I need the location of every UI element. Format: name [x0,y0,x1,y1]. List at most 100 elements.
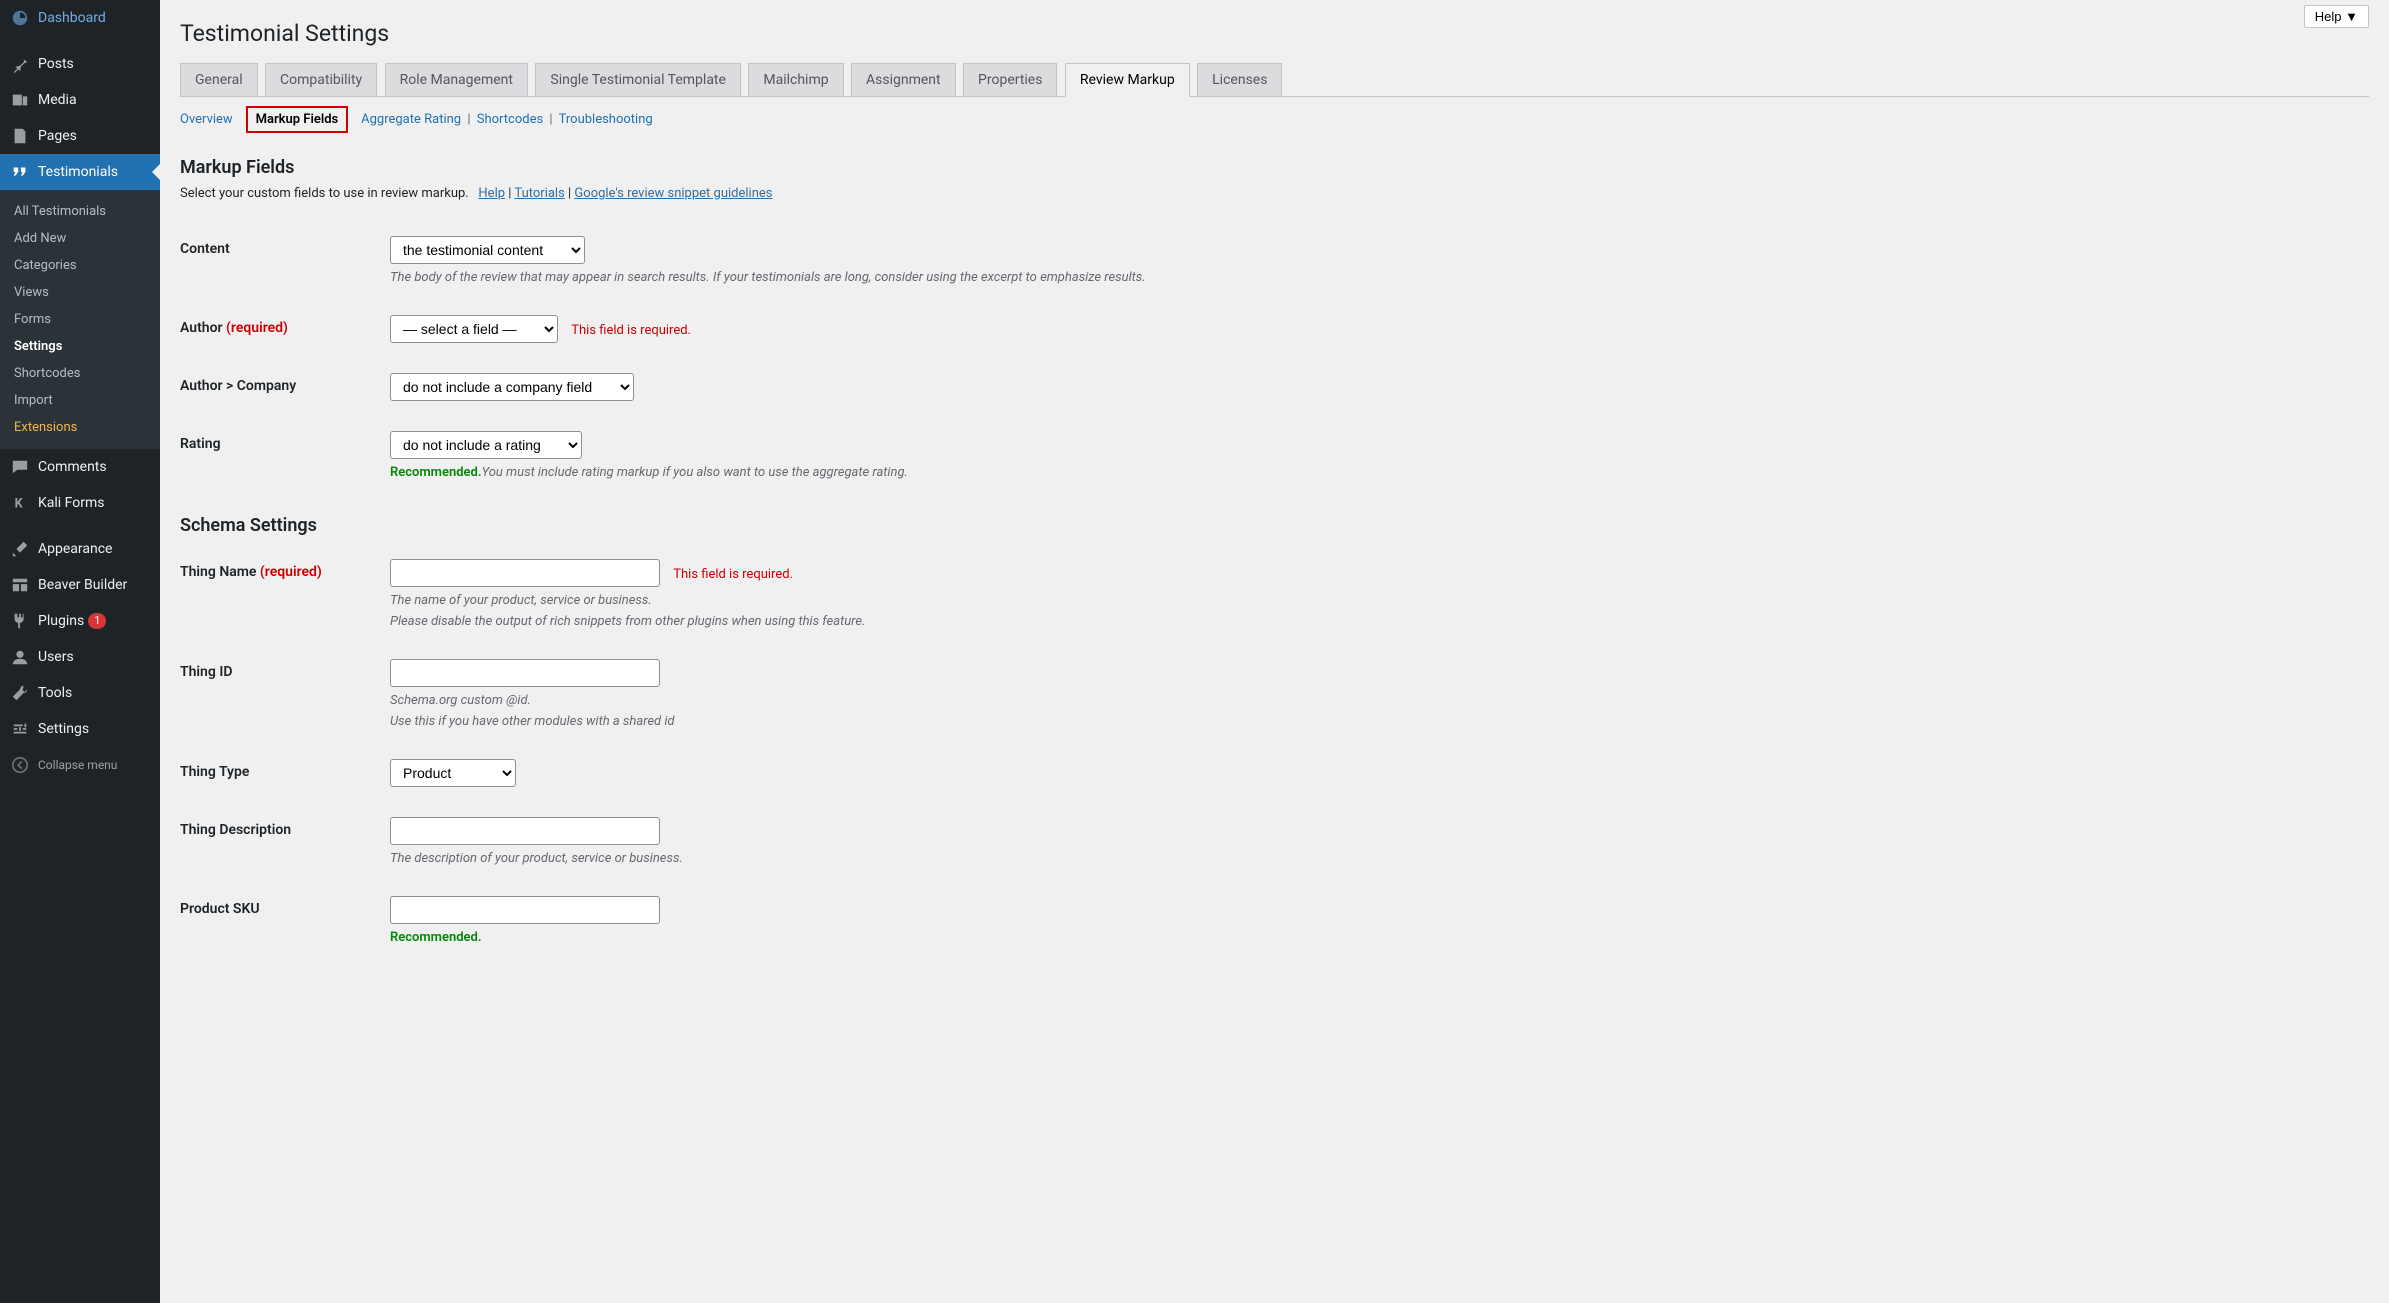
thing-description-input[interactable] [390,817,660,845]
subtab-aggregate-rating[interactable]: Aggregate Rating [361,112,461,127]
sidebar-label: Posts [38,56,74,72]
submenu-import[interactable]: Import [0,387,160,414]
tab-role-management[interactable]: Role Management [385,63,528,96]
sidebar-label: Beaver Builder [38,577,127,593]
submenu-extensions[interactable]: Extensions [0,414,160,441]
sidebar-label: Comments [38,459,107,475]
sidebar-label: Settings [38,721,89,737]
tab-compatibility[interactable]: Compatibility [265,63,377,96]
help-link[interactable]: Help [478,186,505,201]
settings-icon [10,719,30,739]
content-select[interactable]: the testimonial content [390,236,585,264]
quote-icon [10,162,30,182]
k-icon: K [10,493,30,513]
help-button[interactable]: Help ▼ [2304,5,2369,28]
submenu-testimonials: All Testimonials Add New Categories View… [0,190,160,449]
author-select[interactable]: — select a field — [390,315,558,343]
sidebar-item-kali-forms[interactable]: K Kali Forms [0,485,160,521]
author-company-select[interactable]: do not include a company field [390,373,634,401]
submenu-categories[interactable]: Categories [0,252,160,279]
brush-icon [10,539,30,559]
sidebar-item-appearance[interactable]: Appearance [0,531,160,567]
sidebar-label: Appearance [38,541,112,557]
sidebar-item-tools[interactable]: Tools [0,675,160,711]
sidebar-item-settings[interactable]: Settings [0,711,160,747]
sidebar-item-collapse[interactable]: Collapse menu [0,747,160,783]
sidebar-label: Dashboard [38,10,106,26]
submenu-add-new[interactable]: Add New [0,225,160,252]
thing-id-label: Thing ID [180,644,380,744]
submenu-settings[interactable]: Settings [0,333,160,360]
tab-single-testimonial-template[interactable]: Single Testimonial Template [535,63,741,96]
sidebar-item-posts[interactable]: Posts [0,46,160,82]
submenu-all-testimonials[interactable]: All Testimonials [0,198,160,225]
sidebar-label: Collapse menu [38,758,117,772]
layout-icon [10,575,30,595]
tab-general[interactable]: General [180,63,258,96]
svg-text:K: K [15,497,24,512]
page-title: Testimonial Settings [180,0,2369,62]
sidebar-item-testimonials[interactable]: Testimonials [0,154,160,190]
thing-name-desc2: Please disable the output of rich snippe… [390,614,2359,629]
subtab-overview[interactable]: Overview [180,112,233,127]
schema-settings-table: Thing Name (required) This field is requ… [180,544,2369,960]
thing-name-input[interactable] [390,559,660,587]
sidebar-label: Testimonials [38,164,118,180]
tab-properties[interactable]: Properties [963,63,1057,96]
admin-sidebar: Dashboard Posts Media Pages Testimonials… [0,0,160,1303]
tutorials-link[interactable]: Tutorials [514,186,564,201]
sidebar-item-pages[interactable]: Pages [0,118,160,154]
sidebar-label: Pages [38,128,77,144]
sidebar-item-media[interactable]: Media [0,82,160,118]
tab-review-markup[interactable]: Review Markup [1065,63,1190,97]
sidebar-item-plugins[interactable]: Plugins 1 [0,603,160,639]
thing-description-desc: The description of your product, service… [390,851,2359,866]
plugins-update-badge: 1 [88,613,106,629]
submenu-forms[interactable]: Forms [0,306,160,333]
thing-id-desc2: Use this if you have other modules with … [390,714,2359,729]
sidebar-label: Users [38,649,74,665]
thing-description-label: Thing Description [180,802,380,881]
sidebar-item-beaver-builder[interactable]: Beaver Builder [0,567,160,603]
thing-name-desc1: The name of your product, service or bus… [390,593,2359,608]
submenu-views[interactable]: Views [0,279,160,306]
content-desc: The body of the review that may appear i… [390,270,2359,285]
thing-type-label: Thing Type [180,744,380,802]
comment-icon [10,457,30,477]
sidebar-label: Media [38,92,77,108]
markup-fields-table: Content the testimonial content The body… [180,221,2369,495]
schema-settings-heading: Schema Settings [180,495,2369,544]
tab-mailchimp[interactable]: Mailchimp [748,63,843,96]
tab-assignment[interactable]: Assignment [851,63,956,96]
sidebar-item-users[interactable]: Users [0,639,160,675]
thing-id-input[interactable] [390,659,660,687]
thing-type-select[interactable]: Product [390,759,516,787]
content-label: Content [180,221,380,300]
sidebar-item-comments[interactable]: Comments [0,449,160,485]
sidebar-label: Kali Forms [38,495,105,511]
product-sku-input[interactable] [390,896,660,924]
author-label: Author (required) [180,300,380,358]
markup-fields-heading: Markup Fields [180,137,2369,186]
settings-tabs: General Compatibility Role Management Si… [180,62,2369,97]
wrench-icon [10,683,30,703]
rating-label: Rating [180,416,380,495]
markup-fields-intro: Select your custom fields to use in revi… [180,186,2369,221]
user-icon [10,647,30,667]
sidebar-item-dashboard[interactable]: Dashboard [0,0,160,36]
page-icon [10,126,30,146]
subtab-markup-fields[interactable]: Markup Fields [246,106,349,133]
subtab-shortcodes[interactable]: Shortcodes [477,112,543,127]
rating-desc: Recommended.You must include rating mark… [390,465,2359,480]
rating-select[interactable]: do not include a rating [390,431,582,459]
product-sku-desc: Recommended. [390,930,2359,945]
subtab-troubleshooting[interactable]: Troubleshooting [559,112,653,127]
tab-licenses[interactable]: Licenses [1197,63,1282,96]
author-company-label: Author > Company [180,358,380,416]
google-guidelines-link[interactable]: Google's review snippet guidelines [574,186,772,201]
submenu-shortcodes[interactable]: Shortcodes [0,360,160,387]
plug-icon [10,611,30,631]
author-error: This field is required. [571,323,691,338]
dashboard-icon [10,8,30,28]
thing-name-error: This field is required. [673,567,793,582]
